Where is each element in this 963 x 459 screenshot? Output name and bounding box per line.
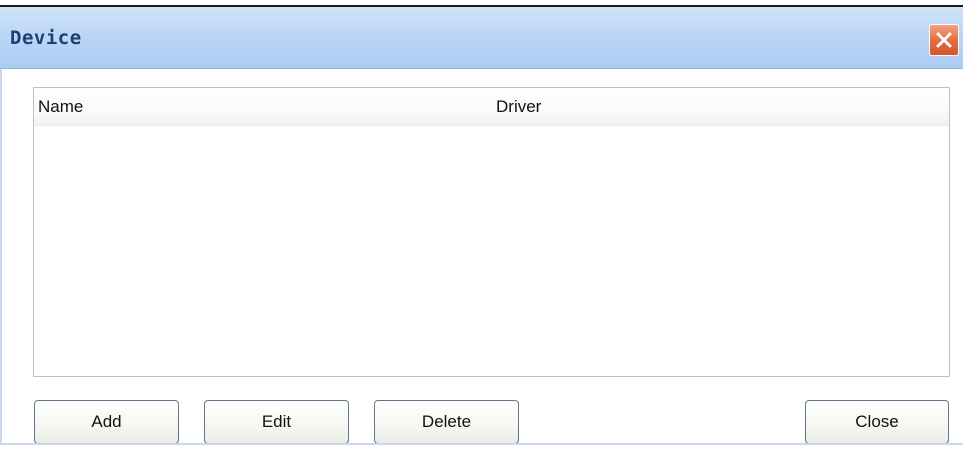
- edit-button[interactable]: Edit: [204, 400, 349, 444]
- column-header-driver[interactable]: Driver: [496, 97, 541, 117]
- window-title: Device: [10, 27, 82, 49]
- delete-button[interactable]: Delete: [374, 400, 519, 444]
- device-list[interactable]: Name Driver: [33, 87, 950, 377]
- window-bottom-border: [0, 443, 963, 445]
- list-header: Name Driver: [34, 88, 949, 126]
- close-window-button[interactable]: [929, 24, 959, 56]
- list-body[interactable]: [34, 126, 949, 376]
- add-button[interactable]: Add: [34, 400, 179, 444]
- title-bar[interactable]: Device: [0, 7, 963, 69]
- close-button[interactable]: Close: [805, 400, 949, 444]
- window-left-border: [0, 69, 2, 444]
- device-dialog: Device Name Driver Add Edit Delete Close: [0, 0, 963, 459]
- close-x-icon: [936, 32, 952, 48]
- column-header-name[interactable]: Name: [38, 97, 83, 117]
